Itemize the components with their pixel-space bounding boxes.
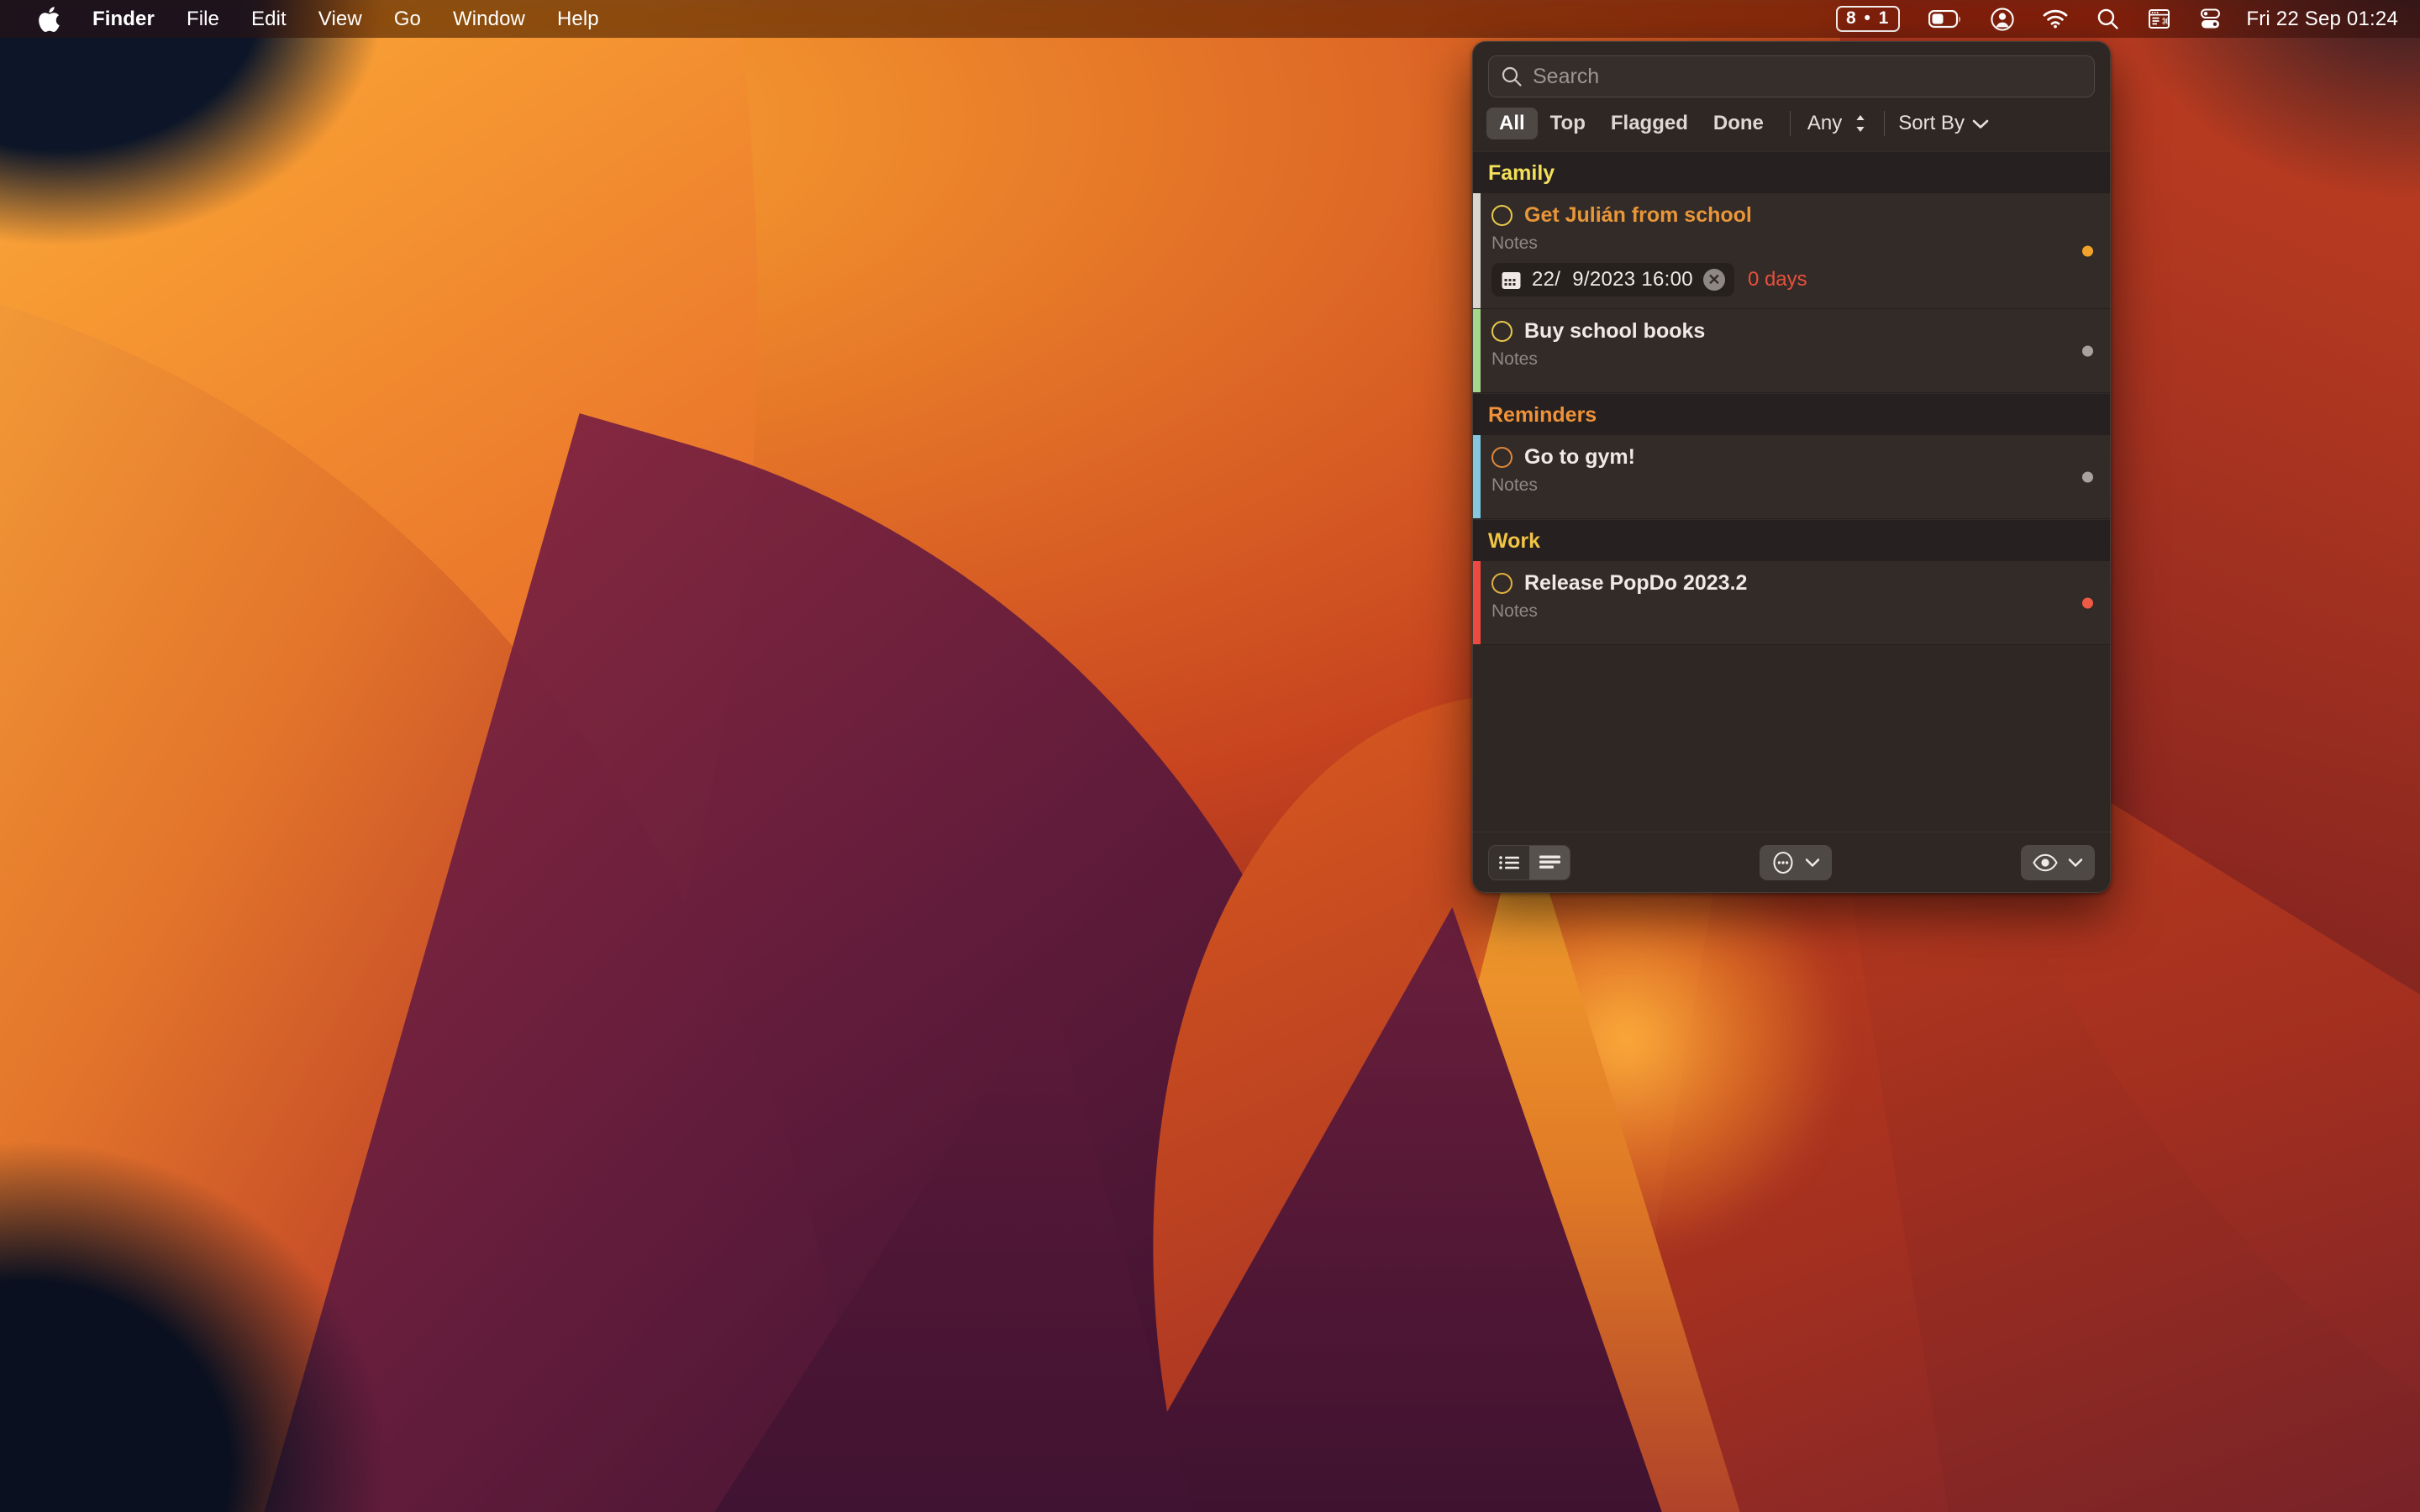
task-notes[interactable]: Notes xyxy=(1491,601,2095,622)
control-center-menu[interactable] xyxy=(2185,0,2236,38)
filter-tab-top[interactable]: Top xyxy=(1538,108,1598,139)
task-row[interactable]: Get Julián from school Notes 22/ 9/2023 … xyxy=(1473,193,2110,309)
shortcuts-menu[interactable]: ⌘ xyxy=(2133,0,2185,38)
menu-item-finder[interactable]: Finder xyxy=(79,0,171,38)
task-priority-dot xyxy=(2082,471,2093,482)
task-priority-dot xyxy=(2082,245,2093,256)
task-complete-circle-icon[interactable] xyxy=(1491,205,1512,226)
group-header-family[interactable]: Family xyxy=(1473,151,2110,193)
task-title-row: Buy school books xyxy=(1491,319,2095,344)
more-actions-dropdown[interactable] xyxy=(1760,845,1832,880)
task-title: Buy school books xyxy=(1524,319,1705,344)
days-remaining-label: 0 days xyxy=(1748,268,1807,291)
apple-menu[interactable] xyxy=(22,0,79,38)
list-compact-icon xyxy=(1498,854,1521,871)
menu-item-view[interactable]: View xyxy=(302,0,378,38)
sort-by-label: Sort By xyxy=(1898,112,1965,135)
group-header-reminders[interactable]: Reminders xyxy=(1473,393,2110,435)
view-mode-compact-button[interactable] xyxy=(1489,846,1529,879)
task-priority-dot xyxy=(2082,345,2093,356)
apple-logo-icon xyxy=(38,5,63,34)
task-notes[interactable]: Notes xyxy=(1491,475,2095,496)
task-title: Get Julián from school xyxy=(1524,203,1752,228)
spotlight-search-menu[interactable] xyxy=(2082,0,2133,38)
due-date-text: 22/ 9/2023 16:00 xyxy=(1532,268,1693,291)
wifi-icon xyxy=(2043,9,2068,29)
task-color-stripe xyxy=(1473,193,1481,308)
search-area xyxy=(1473,42,2110,97)
task-row[interactable]: Release PopDo 2023.2 Notes xyxy=(1473,561,2110,645)
menu-item-file[interactable]: File xyxy=(171,0,235,38)
calendar-icon xyxy=(1501,270,1522,291)
sort-by-dropdown[interactable]: Sort By xyxy=(1898,112,1989,135)
task-title-row: Release PopDo 2023.2 xyxy=(1491,571,2095,596)
view-mode-segmented-control xyxy=(1488,845,1570,880)
spotlight-search-icon xyxy=(2096,8,2119,30)
task-title-row: Get Julián from school xyxy=(1491,203,2095,228)
task-complete-circle-icon[interactable] xyxy=(1491,321,1512,342)
chevron-down-icon xyxy=(1972,118,1989,129)
task-notes[interactable]: Notes xyxy=(1491,349,2095,370)
wallpaper-corner-bottom-left xyxy=(0,974,571,1512)
search-input[interactable] xyxy=(1533,65,2082,89)
menu-item-go[interactable]: Go xyxy=(378,0,437,38)
group-header-work[interactable]: Work xyxy=(1473,519,2110,561)
visibility-dropdown[interactable] xyxy=(2021,845,2095,880)
user-account-menu[interactable] xyxy=(1976,0,2028,38)
priority-stepper[interactable]: Any xyxy=(1804,112,1870,135)
wifi-menu[interactable] xyxy=(2028,0,2082,38)
list-detailed-icon xyxy=(1539,854,1561,871)
user-account-icon xyxy=(1991,8,2014,31)
task-row[interactable]: Go to gym! Notes xyxy=(1473,435,2110,519)
task-title: Release PopDo 2023.2 xyxy=(1524,571,1747,596)
wallpaper-corner-top-left xyxy=(0,0,588,403)
menu-bar-status-area: 8 • 1 xyxy=(1822,0,2420,38)
filter-divider-left xyxy=(1790,111,1791,136)
task-title: Go to gym! xyxy=(1524,445,1635,470)
priority-stepper-label: Any xyxy=(1807,112,1842,135)
svg-text:⌘: ⌘ xyxy=(2162,17,2171,27)
clear-date-button[interactable]: ✕ xyxy=(1703,269,1725,291)
eye-icon xyxy=(2033,853,2058,872)
filter-tab-flagged[interactable]: Flagged xyxy=(1598,108,1701,139)
filter-bar: All Top Flagged Done Any Sort By xyxy=(1473,97,2110,151)
task-complete-circle-icon[interactable] xyxy=(1491,573,1512,594)
task-color-stripe xyxy=(1473,309,1481,392)
view-mode-detailed-button[interactable] xyxy=(1529,846,1570,879)
battery-icon xyxy=(1928,10,1962,29)
popover-footer-toolbar xyxy=(1473,832,2110,892)
popdo-popover-window: All Top Flagged Done Any Sort By Family xyxy=(1472,41,2111,893)
filter-tab-done[interactable]: Done xyxy=(1701,108,1776,139)
menu-item-window[interactable]: Window xyxy=(437,0,541,38)
battery-status[interactable] xyxy=(1914,0,1976,38)
control-center-icon xyxy=(2199,8,2222,30)
status-badge-81[interactable]: 8 • 1 xyxy=(1822,0,1914,38)
task-color-stripe xyxy=(1473,561,1481,644)
task-notes[interactable]: Notes xyxy=(1491,234,2095,254)
filter-tab-all[interactable]: All xyxy=(1486,108,1538,139)
task-complete-circle-icon[interactable] xyxy=(1491,447,1512,468)
task-row[interactable]: Buy school books Notes xyxy=(1473,309,2110,393)
status-badge-label: 8 • 1 xyxy=(1836,6,1900,32)
shortcuts-icon: ⌘ xyxy=(2148,8,2170,30)
search-box[interactable] xyxy=(1488,55,2095,97)
chevron-down-icon xyxy=(2068,858,2083,868)
chevron-down-icon xyxy=(1805,858,1820,868)
menu-item-edit[interactable]: Edit xyxy=(235,0,302,38)
menu-bar-clock[interactable]: Fri 22 Sep 01:24 xyxy=(2236,8,2398,31)
task-color-stripe xyxy=(1473,435,1481,518)
task-list: Family Get Julián from school Notes xyxy=(1473,151,2110,832)
task-priority-dot xyxy=(2082,597,2093,608)
search-icon xyxy=(1501,66,1523,87)
filter-divider-right xyxy=(1884,111,1885,136)
ellipsis-circle-icon xyxy=(1771,850,1795,875)
footer-center-area xyxy=(1570,845,2021,880)
menu-bar: Finder File Edit View Go Window Help 8 •… xyxy=(0,0,2420,38)
task-title-row: Go to gym! xyxy=(1491,445,2095,470)
stepper-up-down-icon xyxy=(1854,113,1867,134)
menu-item-help[interactable]: Help xyxy=(541,0,615,38)
due-date-pill[interactable]: 22/ 9/2023 16:00 ✕ xyxy=(1491,263,1734,297)
menu-bar-left: Finder File Edit View Go Window Help xyxy=(0,0,615,38)
task-due-date-row: 22/ 9/2023 16:00 ✕ 0 days xyxy=(1491,263,2095,297)
